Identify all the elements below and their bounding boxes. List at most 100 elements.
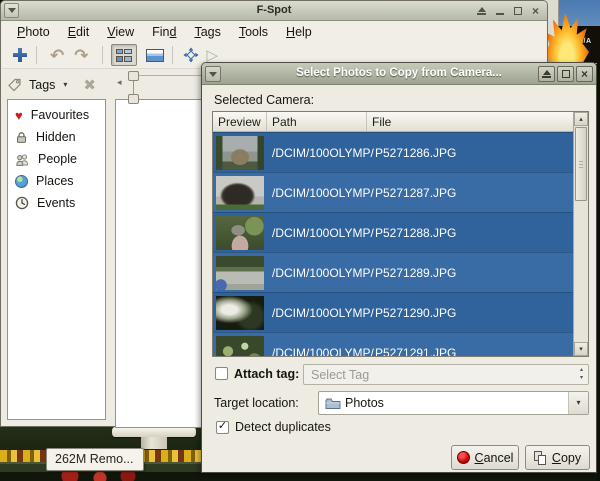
slideshow-button[interactable]: ▷ xyxy=(207,48,219,63)
sundial-top xyxy=(112,427,196,437)
table-row[interactable]: /DCIM/100OLYMP/ P5271291.JPG xyxy=(213,332,573,356)
shade-icon xyxy=(477,7,486,15)
minimize-button[interactable] xyxy=(492,3,507,18)
cell-path: /DCIM/100OLYMP/ xyxy=(267,346,367,357)
combo-dropdown-button[interactable]: ▾ xyxy=(568,392,588,414)
table-header: Preview Path File xyxy=(213,112,573,132)
scrollbar-thumb[interactable] xyxy=(575,127,587,201)
attach-tag-combo[interactable]: Select Tag ▴▾ xyxy=(303,364,589,385)
zoom-slider-handle[interactable] xyxy=(128,71,139,81)
attach-tag-label: Attach tag: xyxy=(234,367,299,381)
menu-photo[interactable]: Photo xyxy=(8,23,59,41)
attach-tag-checkbox[interactable] xyxy=(215,367,228,380)
cell-file: P5271291.JPG xyxy=(367,346,573,357)
tags-sidebar: ♥ Favourites Hidden People Places xyxy=(7,99,106,420)
sidebar-item-hidden[interactable]: Hidden xyxy=(8,126,105,148)
sidebar-item-people[interactable]: People xyxy=(8,148,105,170)
photo-table: Preview Path File /DCIM/100OLYMP/ P52712… xyxy=(212,111,589,357)
cell-file: P5271286.JPG xyxy=(367,146,573,160)
cancel-button[interactable]: Cancel xyxy=(451,445,519,470)
minimize-icon xyxy=(496,13,504,15)
toolbar-separator xyxy=(172,46,173,64)
tag-selector-label: Tags xyxy=(29,78,55,92)
menu-view[interactable]: View xyxy=(98,23,143,41)
table-row[interactable]: /DCIM/100OLYMP/ P5271290.JPG xyxy=(213,292,573,332)
checkmark-icon: ✓ xyxy=(218,421,227,432)
sundial-stem xyxy=(141,437,167,449)
heart-icon: ♥ xyxy=(15,109,23,122)
scroll-down-button[interactable]: ▾ xyxy=(574,342,588,356)
toolbar-separator xyxy=(102,46,103,64)
attach-tag-value: Select Tag xyxy=(304,368,580,382)
chevron-down-icon: ▾ xyxy=(576,399,580,407)
sidebar-item-label: Events xyxy=(37,196,75,210)
target-location-value: Photos xyxy=(341,396,568,410)
dialog-shade-button[interactable] xyxy=(538,66,555,82)
photo-thumbnail xyxy=(216,176,264,210)
dialog-titlebar[interactable]: Select Photos to Copy from Camera... × xyxy=(202,63,596,85)
photo-thumbnail xyxy=(216,216,264,250)
lock-icon xyxy=(15,131,28,144)
target-location-label: Target location: xyxy=(214,396,299,410)
selected-camera-label: Selected Camera: xyxy=(214,93,314,107)
table-scrollbar[interactable]: ▴ ▾ xyxy=(573,112,588,356)
cancel-button-label: Cancel xyxy=(475,451,514,465)
copy-button[interactable]: Copy xyxy=(525,445,590,470)
panel-divider xyxy=(139,75,209,76)
target-location-combo[interactable]: Photos ▾ xyxy=(318,391,589,415)
column-header-file[interactable]: File xyxy=(367,112,573,131)
browse-mode-button[interactable] xyxy=(111,44,137,66)
dialog-title: Select Photos to Copy from Camera... xyxy=(202,67,596,79)
table-row[interactable]: /DCIM/100OLYMP/ P5271286.JPG xyxy=(213,132,573,172)
fullscreen-button[interactable] xyxy=(183,47,199,63)
collapse-arrow-icon[interactable]: ◂ xyxy=(117,78,122,87)
menu-edit[interactable]: Edit xyxy=(59,23,99,41)
shade-button[interactable] xyxy=(474,3,489,18)
tag-selector[interactable]: Tags ▾ ✖ xyxy=(7,73,96,97)
menu-find[interactable]: Find xyxy=(143,23,185,41)
sidebar-item-favourites[interactable]: ♥ Favourites xyxy=(8,104,105,126)
menu-tags[interactable]: Tags xyxy=(185,23,229,41)
cell-file: P5271289.JPG xyxy=(367,266,573,280)
pane-splitter-handle[interactable] xyxy=(128,94,139,104)
column-header-preview[interactable]: Preview xyxy=(213,112,267,131)
close-button[interactable]: × xyxy=(528,3,543,18)
table-row[interactable]: /DCIM/100OLYMP/ P5271288.JPG xyxy=(213,212,573,252)
folder-icon xyxy=(325,397,341,410)
table-row[interactable]: /DCIM/100OLYMP/ P5271289.JPG xyxy=(213,252,573,292)
rotate-left-button[interactable]: ↶ xyxy=(50,47,64,64)
shade-icon xyxy=(542,70,551,78)
copy-photos-dialog: Select Photos to Copy from Camera... × S… xyxy=(201,62,597,473)
menu-tools[interactable]: Tools xyxy=(230,23,277,41)
toolbar-separator xyxy=(36,46,37,64)
sidebar-item-label: Favourites xyxy=(31,108,89,122)
cell-path: /DCIM/100OLYMP/ xyxy=(267,226,367,240)
detect-duplicates-checkbox[interactable]: ✓ xyxy=(216,421,229,434)
sidebar-item-label: Hidden xyxy=(36,130,76,144)
sidebar-item-label: People xyxy=(38,152,77,166)
browse-grid-icon xyxy=(116,49,132,62)
sidebar-item-events[interactable]: Events xyxy=(8,192,105,214)
column-header-path[interactable]: Path xyxy=(267,112,367,131)
cell-file: P5271287.JPG xyxy=(367,186,573,200)
menu-help[interactable]: Help xyxy=(277,23,321,41)
fspot-window-title: F-Spot xyxy=(1,4,547,16)
clock-icon xyxy=(15,196,29,210)
dialog-close-button[interactable]: × xyxy=(576,66,593,82)
sidebar-item-places[interactable]: Places xyxy=(8,170,105,192)
zoom-slider-track xyxy=(133,81,134,94)
table-row[interactable]: /DCIM/100OLYMP/ P5271287.JPG xyxy=(213,172,573,212)
edit-image-button[interactable] xyxy=(146,49,164,62)
rotate-right-button[interactable]: ↷ xyxy=(74,47,88,64)
detect-duplicates-label: Detect duplicates xyxy=(235,420,331,434)
status-tooltip-text: 262M Remo... xyxy=(55,452,134,466)
globe-icon xyxy=(15,175,28,188)
maximize-button[interactable] xyxy=(510,3,525,18)
delete-tag-button[interactable]: ✖ xyxy=(83,78,96,93)
dialog-maximize-button[interactable] xyxy=(557,66,574,82)
import-button[interactable] xyxy=(12,47,28,63)
combo-spinner-icon: ▴▾ xyxy=(580,367,583,381)
cell-file: P5271290.JPG xyxy=(367,306,573,320)
fspot-titlebar[interactable]: F-Spot × xyxy=(1,1,547,21)
scroll-up-button[interactable]: ▴ xyxy=(574,112,588,126)
